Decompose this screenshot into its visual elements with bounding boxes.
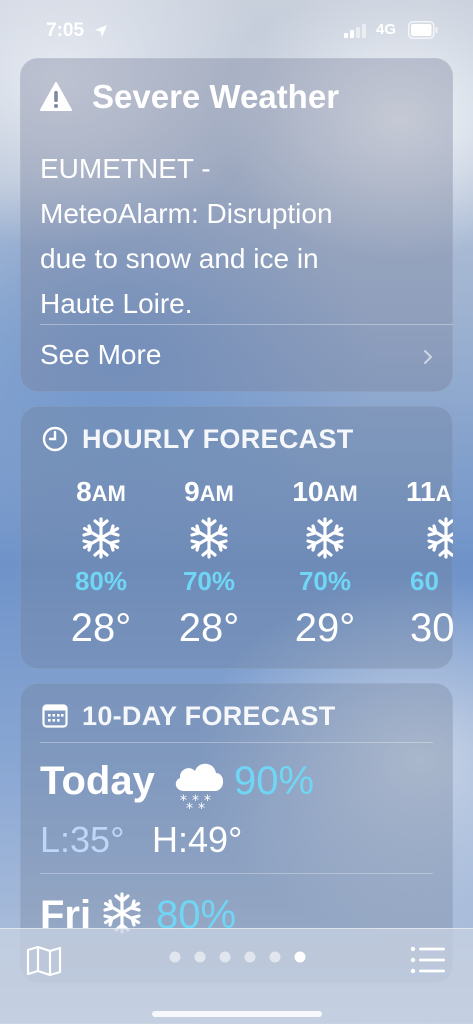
hour-precip: 80% — [74, 566, 128, 596]
severe-weather-header: Severe Weather — [40, 78, 453, 118]
hour-precip: 70% — [298, 566, 352, 596]
snowflake-icon — [306, 517, 344, 559]
svg-text:*: * — [186, 801, 193, 813]
ten-day-forecast-title: 10-DAY FORECAST — [82, 701, 336, 731]
svg-text:*: * — [204, 793, 211, 809]
chevron-right-icon — [424, 350, 432, 364]
day-precip: 90% — [234, 759, 315, 803]
map-icon[interactable] — [26, 945, 62, 977]
hour-temp: 28° — [178, 606, 240, 650]
network-type: 4G — [376, 21, 397, 38]
hour-precip: 70% — [182, 566, 236, 596]
severe-weather-card[interactable]: Severe Weather EUMETNET - MeteoAlarm: Di… — [20, 58, 453, 392]
cloud-snow-icon: * * * * * — [175, 763, 224, 813]
severe-weather-title: Severe Weather — [92, 78, 340, 115]
divider — [40, 324, 453, 325]
warning-icon — [40, 82, 72, 111]
home-indicator[interactable] — [152, 1011, 322, 1017]
hourly-forecast-title: HOURLY FORECAST — [82, 424, 354, 454]
page-indicator[interactable] — [168, 950, 308, 964]
svg-text:*: * — [198, 801, 205, 813]
cellular-signal-icon — [344, 24, 366, 38]
hour-label: 8AM — [76, 476, 126, 507]
hourly-forecast-card[interactable]: HOURLY FORECAST e 8AM 80% 28° 9AM 70% 28… — [20, 406, 453, 669]
hour-precip: 60 — [410, 566, 439, 596]
bottom-toolbar — [0, 928, 473, 1024]
hour-label: 10AM — [292, 476, 358, 507]
day-low-temp: L:35° — [40, 819, 125, 860]
list-icon[interactable] — [410, 945, 446, 975]
status-bar: 7:05 4G — [0, 0, 473, 60]
hour-temp-partial: e — [20, 606, 26, 651]
hour-temp: 28° — [70, 606, 132, 650]
hour-label: 9AM — [184, 476, 234, 507]
hour-label: 11A — [406, 476, 452, 507]
divider — [40, 742, 433, 743]
clock-icon — [42, 426, 68, 452]
snowflake-icon — [82, 517, 120, 559]
calendar-icon — [42, 704, 68, 728]
hour-temp: 30 — [410, 606, 453, 650]
divider — [40, 873, 433, 874]
status-time: 7:05 — [46, 20, 85, 41]
day-high-temp: H:49° — [152, 819, 243, 860]
snowflake-icon — [190, 517, 228, 559]
see-more-link[interactable]: See More — [40, 339, 161, 371]
hour-temp: 29° — [294, 606, 356, 650]
snowflake-icon — [427, 517, 453, 559]
battery-icon — [408, 21, 438, 39]
severe-weather-message: EUMETNET - MeteoAlarm: Disruption due to… — [40, 153, 333, 319]
day-name: Today — [40, 759, 155, 803]
location-arrow-icon — [95, 25, 107, 37]
